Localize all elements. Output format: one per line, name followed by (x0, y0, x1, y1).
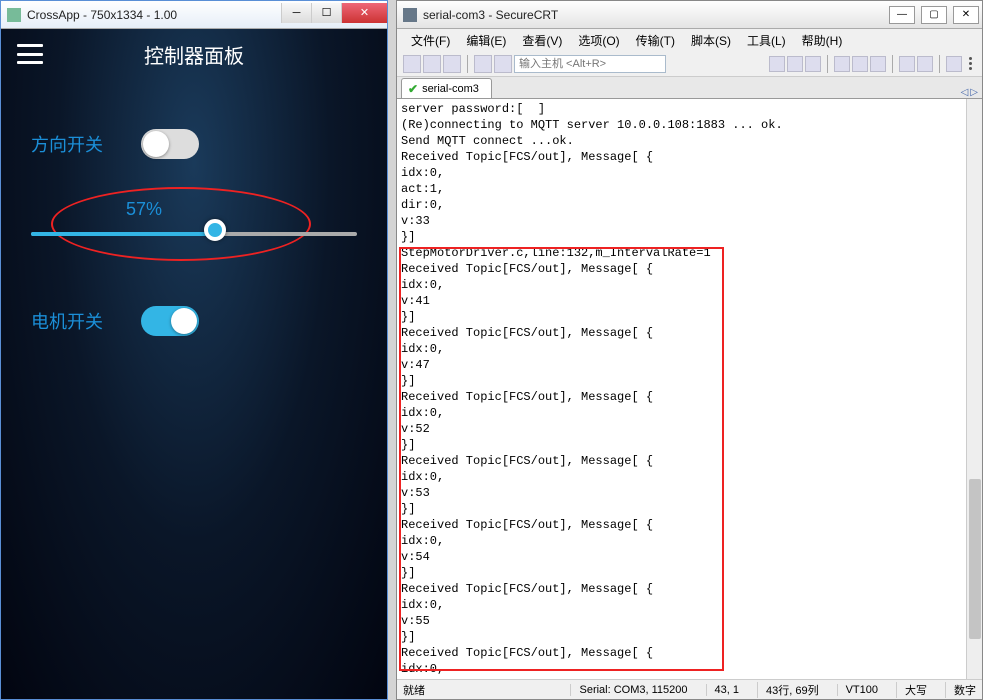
window-buttons: — ▢ ✕ (886, 4, 982, 26)
motor-switch-row: 电机开关 (1, 306, 387, 336)
menu-options[interactable]: 选项(O) (572, 30, 625, 51)
window-title: CrossApp - 750x1334 - 1.00 (27, 8, 281, 22)
scrollbar-thumb[interactable] (969, 479, 981, 639)
close-button[interactable]: ✕ (341, 3, 387, 23)
tab-prev-icon[interactable]: ◁ (961, 87, 969, 98)
menu-tools[interactable]: 工具(L) (741, 30, 792, 51)
menu-edit[interactable]: 编辑(E) (460, 30, 512, 51)
minimize-button[interactable]: ─ (281, 3, 311, 23)
help-icon[interactable] (946, 56, 962, 72)
tab-serial-com3[interactable]: ✔ serial-com3 (401, 78, 492, 98)
motor-toggle[interactable] (141, 306, 199, 336)
separator (892, 55, 893, 73)
app-title: 控制器面板 (43, 40, 345, 69)
tab-next-icon[interactable]: ▷ (970, 87, 978, 98)
separator (827, 55, 828, 73)
hamburger-icon[interactable] (17, 44, 43, 64)
crossapp-window: CrossApp - 750x1334 - 1.00 ─ ☐ ✕ 控制器面板 方… (0, 0, 388, 700)
paste-icon[interactable] (787, 56, 803, 72)
window-buttons: ─ ☐ ✕ (281, 7, 387, 23)
status-num: 数字 (945, 682, 976, 698)
check-icon: ✔ (408, 82, 418, 96)
keymap-icon[interactable] (870, 56, 886, 72)
quick-connect-icon[interactable] (423, 55, 441, 73)
menu-transfer[interactable]: 传输(T) (630, 30, 681, 51)
tab-label: serial-com3 (422, 83, 479, 95)
status-ready: 就绪 (403, 682, 425, 698)
maximize-button[interactable]: ▢ (921, 6, 947, 24)
status-terminal: VT100 (837, 684, 878, 696)
reconnect-icon[interactable] (443, 55, 461, 73)
find-icon[interactable] (805, 56, 821, 72)
separator (467, 55, 468, 73)
slider-block: 57% (1, 199, 387, 236)
tools-icon[interactable] (899, 56, 915, 72)
host-input[interactable] (514, 55, 666, 73)
print-icon[interactable] (834, 56, 850, 72)
copy-icon[interactable] (769, 56, 785, 72)
menu-view[interactable]: 查看(V) (516, 30, 568, 51)
minimize-button[interactable]: — (889, 6, 915, 24)
speed-slider[interactable] (31, 232, 357, 236)
session-icon[interactable] (494, 55, 512, 73)
statusbar: 就绪 Serial: COM3, 115200 43, 1 43行, 69列 V… (397, 679, 982, 699)
status-position: 43, 1 (706, 684, 739, 696)
connect-icon[interactable] (403, 55, 421, 73)
toggle-knob (143, 131, 169, 157)
slider-fill (31, 232, 217, 236)
menu-file[interactable]: 文件(F) (405, 30, 456, 51)
app-header: 控制器面板 (1, 29, 387, 79)
direction-toggle[interactable] (141, 129, 199, 159)
toolbar (397, 51, 982, 77)
disconnect-icon[interactable] (474, 55, 492, 73)
overflow-icon[interactable] (964, 55, 976, 73)
maximize-button[interactable]: ☐ (311, 3, 341, 23)
app-icon (7, 8, 21, 22)
status-serial: Serial: COM3, 115200 (570, 684, 687, 696)
tabbar: ✔ serial-com3 ◁ ▷ (397, 77, 982, 99)
close-button[interactable]: ✕ (953, 6, 979, 24)
status-size: 43行, 69列 (757, 682, 819, 698)
app-icon (403, 8, 417, 22)
slider-value: 57% (31, 199, 357, 220)
separator (939, 55, 940, 73)
options-icon[interactable] (852, 56, 868, 72)
tab-nav: ◁ ▷ (961, 87, 982, 98)
securecrt-titlebar[interactable]: serial-com3 - SecureCRT — ▢ ✕ (397, 1, 982, 29)
direction-switch-label: 方向开关 (31, 131, 141, 157)
key-icon[interactable] (917, 56, 933, 72)
direction-switch-row: 方向开关 (1, 129, 387, 159)
securecrt-window: serial-com3 - SecureCRT — ▢ ✕ 文件(F) 编辑(E… (396, 0, 983, 700)
menu-help[interactable]: 帮助(H) (796, 30, 849, 51)
slider-thumb[interactable] (204, 219, 226, 241)
menubar: 文件(F) 编辑(E) 查看(V) 选项(O) 传输(T) 脚本(S) 工具(L… (397, 29, 982, 51)
scrollbar[interactable] (966, 99, 982, 679)
crossapp-titlebar[interactable]: CrossApp - 750x1334 - 1.00 ─ ☐ ✕ (1, 1, 387, 29)
toggle-knob (171, 308, 197, 334)
app-screen: 控制器面板 方向开关 57% 电机开关 (1, 29, 387, 699)
window-title: serial-com3 - SecureCRT (423, 8, 886, 22)
terminal[interactable]: server password:[ ] (Re)connecting to MQ… (397, 99, 982, 679)
motor-switch-label: 电机开关 (31, 308, 141, 334)
status-caps: 大写 (896, 682, 927, 698)
menu-script[interactable]: 脚本(S) (685, 30, 737, 51)
terminal-text: server password:[ ] (Re)connecting to MQ… (401, 102, 783, 679)
